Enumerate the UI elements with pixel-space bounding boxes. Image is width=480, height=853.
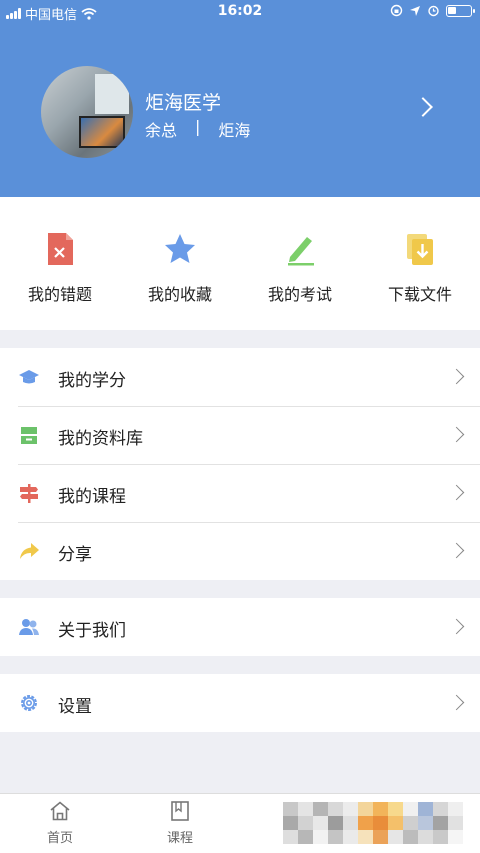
tab-home[interactable]: 首页 [0,794,120,853]
tab-bar: 首页 课程 [0,793,480,853]
menu-item-label: 我的学分 [58,371,126,391]
home-icon [50,801,70,821]
menu-item-library[interactable]: 我的资料库 [0,406,480,464]
menu-item-label: 我的资料库 [58,429,143,449]
profile-header[interactable]: 炬海医学 余总 | 炬海 [0,0,480,197]
pixelated-tab-area [283,802,463,844]
star-icon [165,234,195,263]
share-arrow-icon [20,543,39,559]
profile-name: 炬海医学 [145,92,222,114]
signpost-icon [20,484,38,503]
profile-separator: | [195,117,201,136]
menu-item-about-us[interactable]: 关于我们 [0,598,480,656]
users-icon [19,619,39,635]
avatar-monitor [79,116,125,148]
chevron-right-icon [448,426,465,443]
quick-item-exams[interactable]: 我的考试 [240,197,360,330]
menu-item-label: 关于我们 [58,621,126,641]
menu-group-main: 我的学分 我的资料库 我的课程 分享 [0,348,480,580]
menu-group-about: 关于我们 [0,598,480,656]
menu-item-settings[interactable]: 设置 [0,674,480,732]
quick-actions: 我的错题 我的收藏 我的考试 下载文件 [0,197,480,330]
menu-item-label: 设置 [58,697,92,717]
tab-courses[interactable]: 课程 [120,794,240,853]
download-file-icon [407,234,433,265]
quick-item-label: 下载文件 [387,285,452,304]
location-icon [410,5,420,16]
profile-subtitle: 余总 | 炬海 [145,117,250,141]
menu-item-label: 我的课程 [58,487,126,507]
quick-item-wrong-questions[interactable]: 我的错题 [0,197,120,330]
wrong-file-icon [48,233,73,265]
status-bar: 中国电信 16:02 [0,0,480,24]
menu-group-settings: 设置 [0,674,480,732]
quick-item-favorites[interactable]: 我的收藏 [120,197,240,330]
quick-item-downloads[interactable]: 下载文件 [360,197,480,330]
battery-icon [446,4,475,17]
tab-label: 首页 [46,831,73,846]
chevron-right-icon [448,368,465,385]
chevron-right-icon[interactable] [413,97,433,117]
chevron-right-icon [448,618,465,635]
archive-icon [21,427,37,444]
pencil-icon [288,237,314,266]
quick-item-label: 我的错题 [27,285,92,304]
menu-item-label: 分享 [58,545,92,565]
quick-item-label: 我的考试 [267,285,332,304]
profile-org: 炬海 [218,121,251,140]
menu-item-courses[interactable]: 我的课程 [0,464,480,522]
tab-label: 课程 [166,831,193,846]
gear-icon [21,695,37,711]
status-right [390,4,475,17]
quick-item-label: 我的收藏 [147,285,212,304]
menu-item-share[interactable]: 分享 [0,522,480,580]
chevron-right-icon [448,542,465,559]
chevron-right-icon [448,694,465,711]
profile-role: 余总 [145,121,178,140]
book-icon [171,801,189,821]
chevron-right-icon [448,484,465,501]
alarm-icon [428,5,439,17]
menu-item-credits[interactable]: 我的学分 [0,348,480,406]
avatar-window [95,74,129,114]
graduation-cap-icon [19,370,39,384]
lock-rotation-icon [390,4,403,17]
avatar[interactable] [41,66,133,158]
